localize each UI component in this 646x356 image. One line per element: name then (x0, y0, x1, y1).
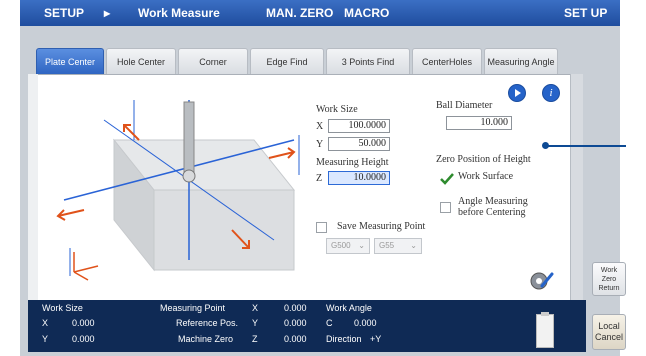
status-y-label: Y (42, 334, 49, 344)
arrow-up-icon (123, 124, 140, 141)
work-surface-checkbox[interactable] (440, 170, 454, 185)
callout-dot (542, 142, 549, 149)
dropdown-coordinate-1[interactable]: G500 ⌄ (326, 238, 370, 254)
info-icon[interactable]: i (542, 84, 560, 102)
status-direction-label: Direction (326, 334, 362, 344)
arrow-right-icon (268, 147, 296, 159)
work-zero-return-label-3: Return (598, 285, 620, 292)
angle-measuring-label-2: before Centering (458, 207, 526, 218)
workpiece-illustration (56, 100, 300, 281)
tab-hole-center[interactable]: Hole Center (106, 48, 176, 74)
status-mz-z-label: Z (252, 334, 258, 344)
angle-measuring-label-1: Angle Measuring (458, 196, 528, 207)
local-cancel-label-1: Local (598, 321, 620, 331)
wrench-gear-icon[interactable] (528, 268, 554, 294)
measuring-height-z-input[interactable]: 10.0000 (328, 171, 390, 185)
save-measuring-point-checkbox[interactable] (316, 222, 327, 233)
chevron-down-icon: ⌄ (358, 241, 365, 250)
dropdown-coordinate-1-value: G500 (331, 241, 351, 250)
ball-diameter-label: Ball Diameter (436, 100, 493, 111)
status-work-size-label: Work Size (42, 303, 83, 313)
work-zero-return-label-1: Work (600, 267, 618, 274)
play-icon[interactable] (508, 84, 526, 102)
arrow-left-icon (56, 209, 85, 221)
status-direction-value: +Y (370, 334, 382, 344)
status-reference-pos-label: Reference Pos. (176, 318, 239, 328)
menu-macro[interactable]: MACRO (344, 6, 389, 20)
clipboard-icon[interactable] (536, 312, 554, 348)
tab-measuring-angle[interactable]: Measuring Angle (484, 48, 558, 74)
status-rp-y-label: Y (252, 318, 259, 328)
status-c-label: C (326, 318, 333, 328)
chevron-down-icon: ⌄ (410, 241, 417, 250)
z-label: Z (316, 173, 323, 184)
callout-line (546, 145, 626, 147)
probe-shaft (183, 101, 195, 173)
menu-work-measure[interactable]: Work Measure (138, 6, 220, 20)
status-x-label: X (42, 318, 49, 328)
tab-bar: Plate Center Hole Center Corner Edge Fin… (26, 48, 578, 74)
status-work-angle-label: Work Angle (326, 303, 372, 313)
measuring-height-label: Measuring Height (316, 157, 389, 168)
tab-plate-center[interactable]: Plate Center (36, 48, 104, 74)
right-scrollbar[interactable] (570, 74, 583, 302)
local-cancel-label-2: Cancel (594, 332, 623, 342)
status-c-value: 0.000 (354, 318, 377, 328)
angle-measuring-checkbox[interactable] (440, 202, 451, 213)
work-zero-return-button[interactable]: Work Zero Return (592, 262, 626, 296)
status-measuring-point-label: Measuring Point (160, 303, 226, 313)
menu-man-zero[interactable]: MAN. ZERO (266, 6, 333, 20)
ball-diameter-input[interactable]: 10.000 (446, 116, 512, 130)
status-panel: Work Size X 0.000 Y 0.000 Measuring Poin… (28, 300, 586, 352)
status-mz-z-value: 0.000 (284, 334, 307, 344)
tab-corner[interactable]: Corner (178, 48, 248, 74)
dropdown-coordinate-2-value: G55 (379, 241, 395, 250)
work-surface-label: Work Surface (458, 171, 514, 182)
status-x-value: 0.000 (72, 318, 95, 328)
work-size-y-input[interactable]: 50.000 (328, 137, 390, 151)
axis-triad-icon (73, 252, 99, 281)
status-y-value: 0.000 (72, 334, 95, 344)
status-mp-x-label: X (252, 303, 259, 313)
arrow-icon: ▸ (104, 6, 111, 20)
save-measuring-point-label: Save Measuring Point (337, 221, 426, 232)
local-cancel-button[interactable]: Local Cancel (592, 314, 626, 350)
work-size-label: Work Size (316, 104, 358, 115)
status-machine-zero-label: Machine Zero (178, 334, 234, 344)
work-zero-return-label-2: Zero (601, 276, 617, 283)
tab-centerholes[interactable]: CenterHoles (412, 48, 482, 74)
menu-set-up[interactable]: SET UP (564, 6, 607, 20)
top-menu-bar: SETUP ▸ Work Measure MAN. ZERO MACRO SET… (20, 0, 620, 26)
menu-setup[interactable]: SETUP (44, 6, 84, 20)
dropdown-coordinate-2[interactable]: G55 ⌄ (374, 238, 422, 254)
left-scroll-strip[interactable] (28, 74, 38, 302)
status-rp-y-value: 0.000 (284, 318, 307, 328)
y-label: Y (316, 139, 324, 150)
x-label: X (316, 121, 324, 132)
zero-position-label: Zero Position of Height (436, 154, 531, 165)
check-icon (440, 173, 454, 185)
work-size-x-input[interactable]: 100.0000 (328, 119, 390, 133)
probe-ball (182, 169, 196, 183)
tab-edge-find[interactable]: Edge Find (250, 48, 324, 74)
block-side (153, 189, 295, 271)
status-mp-x-value: 0.000 (284, 303, 307, 313)
tab-3-points-find[interactable]: 3 Points Find (326, 48, 410, 74)
